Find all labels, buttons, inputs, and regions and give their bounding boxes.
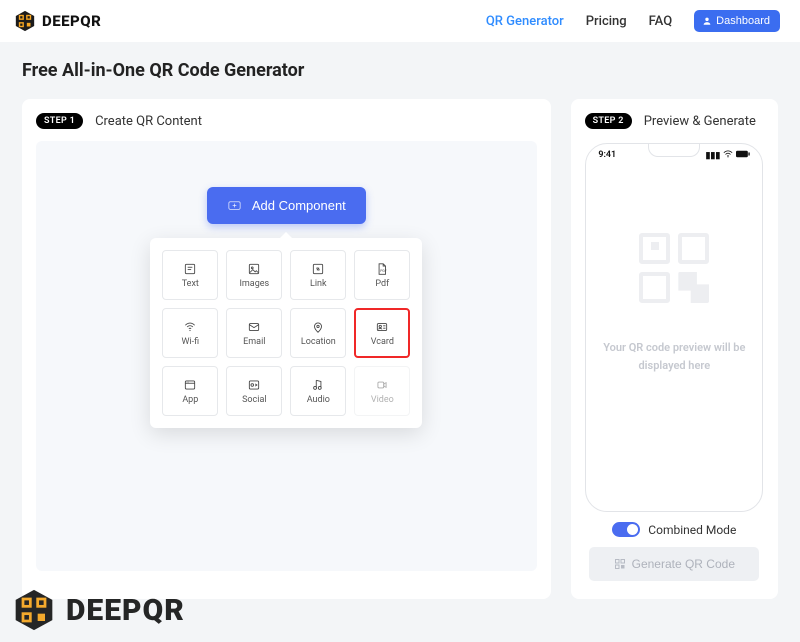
qr-placeholder-icon: [639, 233, 709, 303]
phone-preview: 9:41 ▮▮▮: [585, 143, 763, 512]
text-icon: [183, 262, 197, 276]
panels: STEP 1 Create QR Content Add Component T…: [22, 99, 778, 599]
link-icon: [311, 262, 325, 276]
panel-create-content: STEP 1 Create QR Content Add Component T…: [22, 99, 551, 599]
main-nav: QR Generator Pricing FAQ Dashboard: [486, 10, 780, 32]
nav-faq[interactable]: FAQ: [649, 14, 673, 29]
page-body: Free All-in-One QR Code Generator STEP 1…: [0, 42, 800, 642]
watermark-text: DEEPQR: [66, 593, 185, 628]
battery-icon: [736, 150, 750, 161]
component-video: Video: [354, 366, 410, 416]
component-wifi[interactable]: Wi-fi: [162, 308, 218, 358]
component-label-vcard: Vcard: [371, 337, 394, 347]
content-area: Add Component Text Images Link PDF Pdf Wi-fi E…: [36, 141, 537, 571]
step1-header: STEP 1 Create QR Content: [36, 113, 537, 129]
wifi-status-icon: [723, 150, 733, 161]
vcard-icon: [375, 320, 389, 334]
step1-title: Create QR Content: [95, 114, 202, 129]
image-icon: [247, 262, 261, 276]
step2-badge: STEP 2: [585, 113, 632, 129]
phone-notch: [648, 143, 700, 157]
watermark: DEEPQR: [12, 588, 185, 632]
component-label-text: Text: [182, 279, 199, 289]
dashboard-label: Dashboard: [716, 15, 770, 27]
component-email[interactable]: Email: [226, 308, 282, 358]
app-icon: [183, 378, 197, 392]
social-icon: [247, 378, 261, 392]
component-label-link: Link: [310, 279, 327, 289]
nav-qr-generator[interactable]: QR Generator: [486, 14, 564, 29]
component-vcard[interactable]: Vcard: [354, 308, 410, 358]
step2-title: Preview & Generate: [644, 114, 756, 129]
wifi-icon: [183, 320, 197, 334]
signal-icon: ▮▮▮: [705, 151, 720, 161]
add-component-button[interactable]: Add Component: [207, 187, 366, 224]
watermark-hex-icon: [12, 588, 56, 632]
phone-status-icons: ▮▮▮: [705, 150, 750, 161]
component-app[interactable]: App: [162, 366, 218, 416]
combined-mode-toggle[interactable]: [612, 522, 640, 537]
brand-logo: DEEPQR: [14, 10, 101, 32]
component-label-email: Email: [243, 337, 265, 347]
step1-badge: STEP 1: [36, 113, 83, 129]
step2-header: STEP 2 Preview & Generate: [585, 113, 756, 129]
pdf-icon: PDF: [375, 262, 389, 276]
audio-icon: [311, 378, 325, 392]
dashboard-button[interactable]: Dashboard: [694, 10, 780, 32]
video-icon: [375, 378, 389, 392]
svg-text:PDF: PDF: [381, 268, 388, 272]
component-location[interactable]: Location: [290, 308, 346, 358]
component-social[interactable]: Social: [226, 366, 282, 416]
combined-mode-row: Combined Mode: [612, 522, 736, 537]
component-images[interactable]: Images: [226, 250, 282, 300]
phone-time: 9:41: [598, 150, 616, 161]
component-label-pdf: Pdf: [375, 279, 389, 289]
component-label-video: Video: [371, 395, 394, 405]
generate-qr-label: Generate QR Code: [632, 557, 735, 571]
panel-preview: STEP 2 Preview & Generate 9:41 ▮▮▮: [571, 99, 778, 599]
component-link[interactable]: Link: [290, 250, 346, 300]
location-icon: [311, 320, 325, 334]
brand-name: DEEPQR: [42, 12, 101, 30]
component-label-location: Location: [301, 337, 336, 347]
add-component-icon: [227, 198, 242, 213]
preview-placeholder-text: Your QR code preview will be displayed h…: [586, 339, 762, 374]
page-title: Free All-in-One QR Code Generator: [22, 60, 778, 81]
component-label-app: App: [182, 395, 198, 405]
component-pdf[interactable]: PDF Pdf: [354, 250, 410, 300]
component-label-social: Social: [242, 395, 266, 405]
generate-qr-button[interactable]: Generate QR Code: [589, 547, 759, 581]
header: DEEPQR QR Generator Pricing FAQ Dashboar…: [0, 0, 800, 42]
qr-small-icon: [614, 558, 626, 570]
add-component-label: Add Component: [252, 198, 346, 213]
component-text[interactable]: Text: [162, 250, 218, 300]
component-label-wifi: Wi-fi: [181, 337, 199, 347]
email-icon: [247, 320, 261, 334]
component-label-images: Images: [239, 279, 269, 289]
component-label-audio: Audio: [307, 395, 330, 405]
combined-mode-label: Combined Mode: [648, 523, 736, 537]
nav-pricing[interactable]: Pricing: [586, 14, 627, 29]
logo-hex-icon: [14, 10, 36, 32]
component-dropdown: Text Images Link PDF Pdf Wi-fi Email Location Vc…: [150, 238, 422, 428]
user-icon: [702, 16, 712, 26]
component-audio[interactable]: Audio: [290, 366, 346, 416]
